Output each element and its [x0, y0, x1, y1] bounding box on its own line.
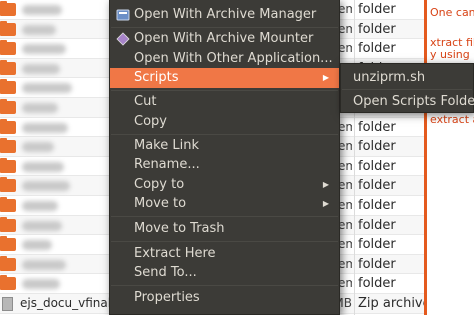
menu-item-open-archive-manager[interactable]: Open With Archive Manager: [110, 5, 339, 25]
menu-item-label: Properties: [134, 290, 200, 305]
folder-icon: [0, 118, 16, 134]
menu-item-label: Move to Trash: [134, 221, 225, 236]
folder-icon: [0, 275, 16, 291]
file-type: folder: [358, 41, 396, 57]
triangle-right-icon: ▶: [322, 199, 329, 208]
menu-item-rename[interactable]: Rename...: [110, 155, 339, 175]
menu-item-label: Copy: [134, 114, 167, 129]
blurred-file-name: [22, 122, 68, 133]
menu-separator: [111, 27, 338, 28]
menu-item-copy-to[interactable]: Copy to ▶: [110, 175, 339, 195]
blurred-file-name: [22, 24, 56, 35]
menu-item-label: Move to: [134, 196, 187, 211]
folder-icon: [0, 138, 16, 154]
side-text-panel: One can't s xtract file y using 'tar ext…: [424, 0, 474, 315]
menu-item-properties[interactable]: Properties: [110, 288, 339, 308]
blurred-file-name: [22, 63, 60, 74]
menu-separator: [111, 216, 338, 217]
file-type: folder: [358, 217, 396, 233]
menu-separator: [111, 134, 338, 135]
file-type: folder: [358, 276, 396, 292]
menu-item-move-to-trash[interactable]: Move to Trash: [110, 219, 339, 239]
file-type: folder: [358, 198, 396, 213]
folder-icon: [0, 40, 16, 56]
menu-item-label: Send To...: [134, 265, 197, 280]
folder-icon: [0, 59, 16, 75]
menu-item-open-other-application[interactable]: Open With Other Application...: [110, 49, 339, 69]
menu-item-make-link[interactable]: Make Link: [110, 136, 339, 156]
menu-separator: [342, 89, 472, 90]
file-type: folder: [358, 139, 396, 155]
blurred-file-name: [22, 161, 64, 172]
menu-item-label: Make Link: [134, 138, 199, 153]
menu-item-label: Open With Other Application...: [134, 51, 333, 66]
blurred-file-name: [22, 259, 66, 270]
blurred-file-name: [22, 44, 66, 55]
folder-icon: [0, 157, 16, 173]
menu-item-label: Open With Archive Mounter: [134, 31, 314, 46]
scripts-submenu: unziprm.sh Open Scripts Folder: [340, 63, 474, 113]
blurred-file-name: [22, 142, 54, 153]
folder-icon: [0, 197, 16, 212]
menu-separator: [111, 241, 338, 242]
blurred-file-name: [22, 5, 62, 15]
menu-item-label: Scripts: [134, 70, 179, 85]
triangle-right-icon: ▶: [322, 73, 329, 82]
menu-item-copy[interactable]: Copy: [110, 112, 339, 132]
blurred-file-name: [22, 240, 52, 251]
side-text-line: y using 'tar: [430, 48, 474, 61]
file-type: folder: [358, 178, 396, 194]
menu-item-cut[interactable]: Cut: [110, 92, 339, 112]
blurred-file-name: [22, 181, 70, 192]
menu-item-scripts[interactable]: Scripts ▶: [110, 68, 339, 88]
menu-item-label: Open With Archive Manager: [134, 7, 317, 22]
folder-icon: [0, 216, 16, 232]
menu-item-label: Copy to: [134, 177, 185, 192]
folder-icon: [0, 99, 16, 114]
submenu-item-script[interactable]: unziprm.sh: [341, 68, 473, 88]
file-type: Zip archive: [358, 296, 431, 311]
menu-separator: [111, 285, 338, 286]
archive-mounter-icon: [116, 32, 130, 46]
file-type: folder: [358, 21, 396, 37]
file-type: folder: [358, 237, 396, 253]
menu-item-label: unziprm.sh: [353, 70, 426, 85]
folder-icon: [0, 20, 16, 36]
menu-item-label: Open Scripts Folder: [353, 94, 474, 109]
file-type: folder: [358, 119, 396, 135]
menu-item-label: Extract Here: [134, 246, 216, 261]
folder-icon: [0, 1, 16, 16]
file-type: folder: [358, 256, 396, 272]
blurred-file-name: [22, 220, 62, 231]
folder-icon: [0, 79, 16, 95]
context-menu: Open With Archive Manager Open With Arch…: [109, 0, 340, 315]
menu-item-move-to[interactable]: Move to ▶: [110, 194, 339, 214]
folder-icon: [0, 236, 16, 252]
archive-manager-icon: [116, 9, 130, 21]
menu-item-label: Rename...: [134, 157, 200, 172]
file-type: folder: [358, 2, 396, 17]
menu-item-label: Cut: [134, 94, 157, 109]
submenu-item-open-scripts-folder[interactable]: Open Scripts Folder: [341, 92, 474, 112]
menu-item-extract-here[interactable]: Extract Here: [110, 244, 339, 264]
menu-item-open-archive-mounter[interactable]: Open With Archive Mounter: [110, 29, 339, 49]
side-text-line: extract a: [430, 113, 474, 126]
triangle-right-icon: ▶: [322, 180, 329, 189]
folder-icon: [0, 177, 16, 193]
blurred-file-name: [22, 83, 72, 94]
column-divider: [354, 0, 355, 315]
zip-file-icon: [2, 297, 13, 311]
menu-item-send-to[interactable]: Send To...: [110, 263, 339, 283]
file-type: folder: [358, 158, 396, 174]
side-text-line: One can't s: [430, 6, 474, 19]
menu-separator: [111, 90, 338, 91]
blurred-file-name: [22, 201, 58, 211]
folder-icon: [0, 255, 16, 271]
blurred-file-name: [22, 103, 58, 113]
blurred-file-name: [22, 279, 60, 290]
